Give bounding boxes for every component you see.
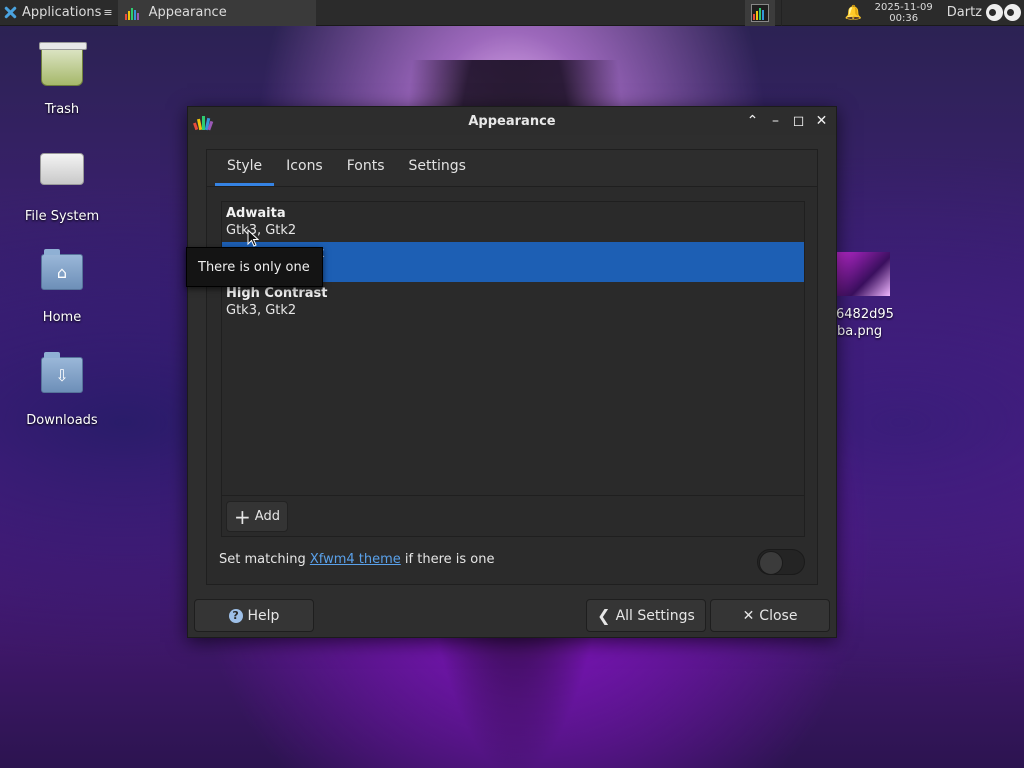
theme-toolkits: Gtk3, Gtk2 (226, 303, 297, 318)
help-label: Help (247, 607, 280, 624)
xeyes-icon (986, 4, 1021, 21)
panel-separator (780, 0, 841, 26)
desktop-icon-file-system[interactable]: File System (10, 145, 114, 224)
add-label: Add (254, 509, 280, 524)
downloads-folder-icon: ⇩ (41, 352, 83, 393)
shade-button[interactable]: ⌃ (744, 111, 761, 131)
matching-theme-label: Set matching Xfwm4 theme if there is one (219, 552, 494, 567)
all-settings-label: All Settings (615, 607, 695, 624)
maximize-button[interactable]: ◻ (790, 111, 807, 131)
desktop-icon-home[interactable]: ⌂ Home (10, 248, 114, 325)
theme-name: Adwaita (226, 206, 286, 221)
desktop-icon-downloads[interactable]: ⇩ Downloads (10, 351, 114, 428)
image-file-label[interactable]: 6482d95 ba.png (836, 306, 894, 340)
trash-icon (39, 42, 87, 86)
add-theme-button[interactable]: + Add (226, 501, 288, 532)
theme-row-high-contrast[interactable]: High Contrast Gtk3, Gtk2 (222, 282, 804, 322)
matching-suffix: if there is one (400, 552, 495, 567)
chevron-left-icon: ❮ (597, 606, 611, 625)
tab-icons[interactable]: Icons (274, 149, 335, 186)
desktop-icon-label: Downloads (26, 413, 98, 428)
clock-time: 00:36 (889, 12, 919, 24)
top-panel: Applications ≡ Appearance 🔔 2025-11-09 0… (0, 0, 1024, 26)
theme-list-toolbar: + Add (221, 496, 805, 537)
desktop-icon-trash[interactable]: Trash (10, 42, 114, 117)
tab-style[interactable]: Style (215, 149, 275, 186)
image-file-thumbnail[interactable] (836, 252, 890, 296)
close-window-button[interactable]: ✕ (813, 111, 830, 131)
theme-list[interactable]: Adwaita Gtk3, Gtk2 Adwaita-dark Gtk3, Gt… (221, 201, 805, 496)
image-file-label-line1: 6482d95 (836, 307, 894, 322)
close-button[interactable]: ✕ Close (710, 599, 830, 632)
minimize-button[interactable]: – (767, 111, 784, 131)
xfce-logo-icon (3, 5, 18, 20)
applications-label: Applications (22, 5, 102, 20)
applications-menu-button[interactable]: Applications ≡ (0, 0, 117, 26)
all-settings-button[interactable]: ❮ All Settings (586, 599, 706, 632)
tooltip: There is only one (186, 247, 323, 287)
settings-notebook: Style Icons Fonts Settings Adwaita Gtk3,… (206, 149, 818, 585)
close-icon: ✕ (742, 607, 755, 624)
theme-row-adwaita[interactable]: Adwaita Gtk3, Gtk2 (222, 202, 804, 242)
help-icon: ? (228, 608, 243, 623)
help-button[interactable]: ? Help (194, 599, 314, 632)
tab-fonts[interactable]: Fonts (335, 149, 397, 186)
window-titlebar[interactable]: Appearance ⌃ – ◻ ✕ (188, 107, 836, 135)
desktop-icon-label: Home (42, 310, 82, 325)
taskbar-item-appearance[interactable]: Appearance (117, 0, 316, 26)
drive-icon (40, 153, 84, 185)
taskbar-item-label: Appearance (148, 5, 227, 20)
xfwm4-theme-link[interactable]: Xfwm4 theme (310, 552, 401, 567)
user-name[interactable]: Dartz (947, 5, 982, 20)
appearance-icon (124, 7, 139, 20)
matching-theme-switch[interactable] (757, 549, 805, 575)
plus-icon: + (234, 504, 251, 529)
matching-prefix: Set matching (219, 552, 310, 567)
mouse-pointer-icon (247, 229, 259, 247)
clock-date: 2025-11-09 (874, 1, 933, 13)
desktop-icon-label: File System (24, 209, 100, 224)
desktop-icon-label: Trash (44, 102, 80, 117)
theme-name: High Contrast (226, 286, 328, 301)
home-folder-icon: ⌂ (41, 249, 83, 290)
theme-toolkits: Gtk3, Gtk2 (226, 223, 297, 238)
tab-bar: Style Icons Fonts Settings (207, 150, 817, 187)
window-title: Appearance (468, 113, 556, 129)
tab-settings[interactable]: Settings (397, 149, 478, 186)
notification-bell-icon[interactable]: 🔔 (841, 5, 867, 21)
image-file-label-line2: ba.png (837, 324, 883, 339)
close-label: Close (759, 607, 798, 624)
clock[interactable]: 2025-11-09 00:36 (875, 2, 933, 24)
menu-glyph-icon: ≡ (103, 6, 113, 19)
tray-appearance-icon[interactable] (744, 0, 775, 26)
appearance-window: Appearance ⌃ – ◻ ✕ Style Icons Fonts Set… (187, 106, 837, 638)
appearance-icon (193, 116, 214, 131)
